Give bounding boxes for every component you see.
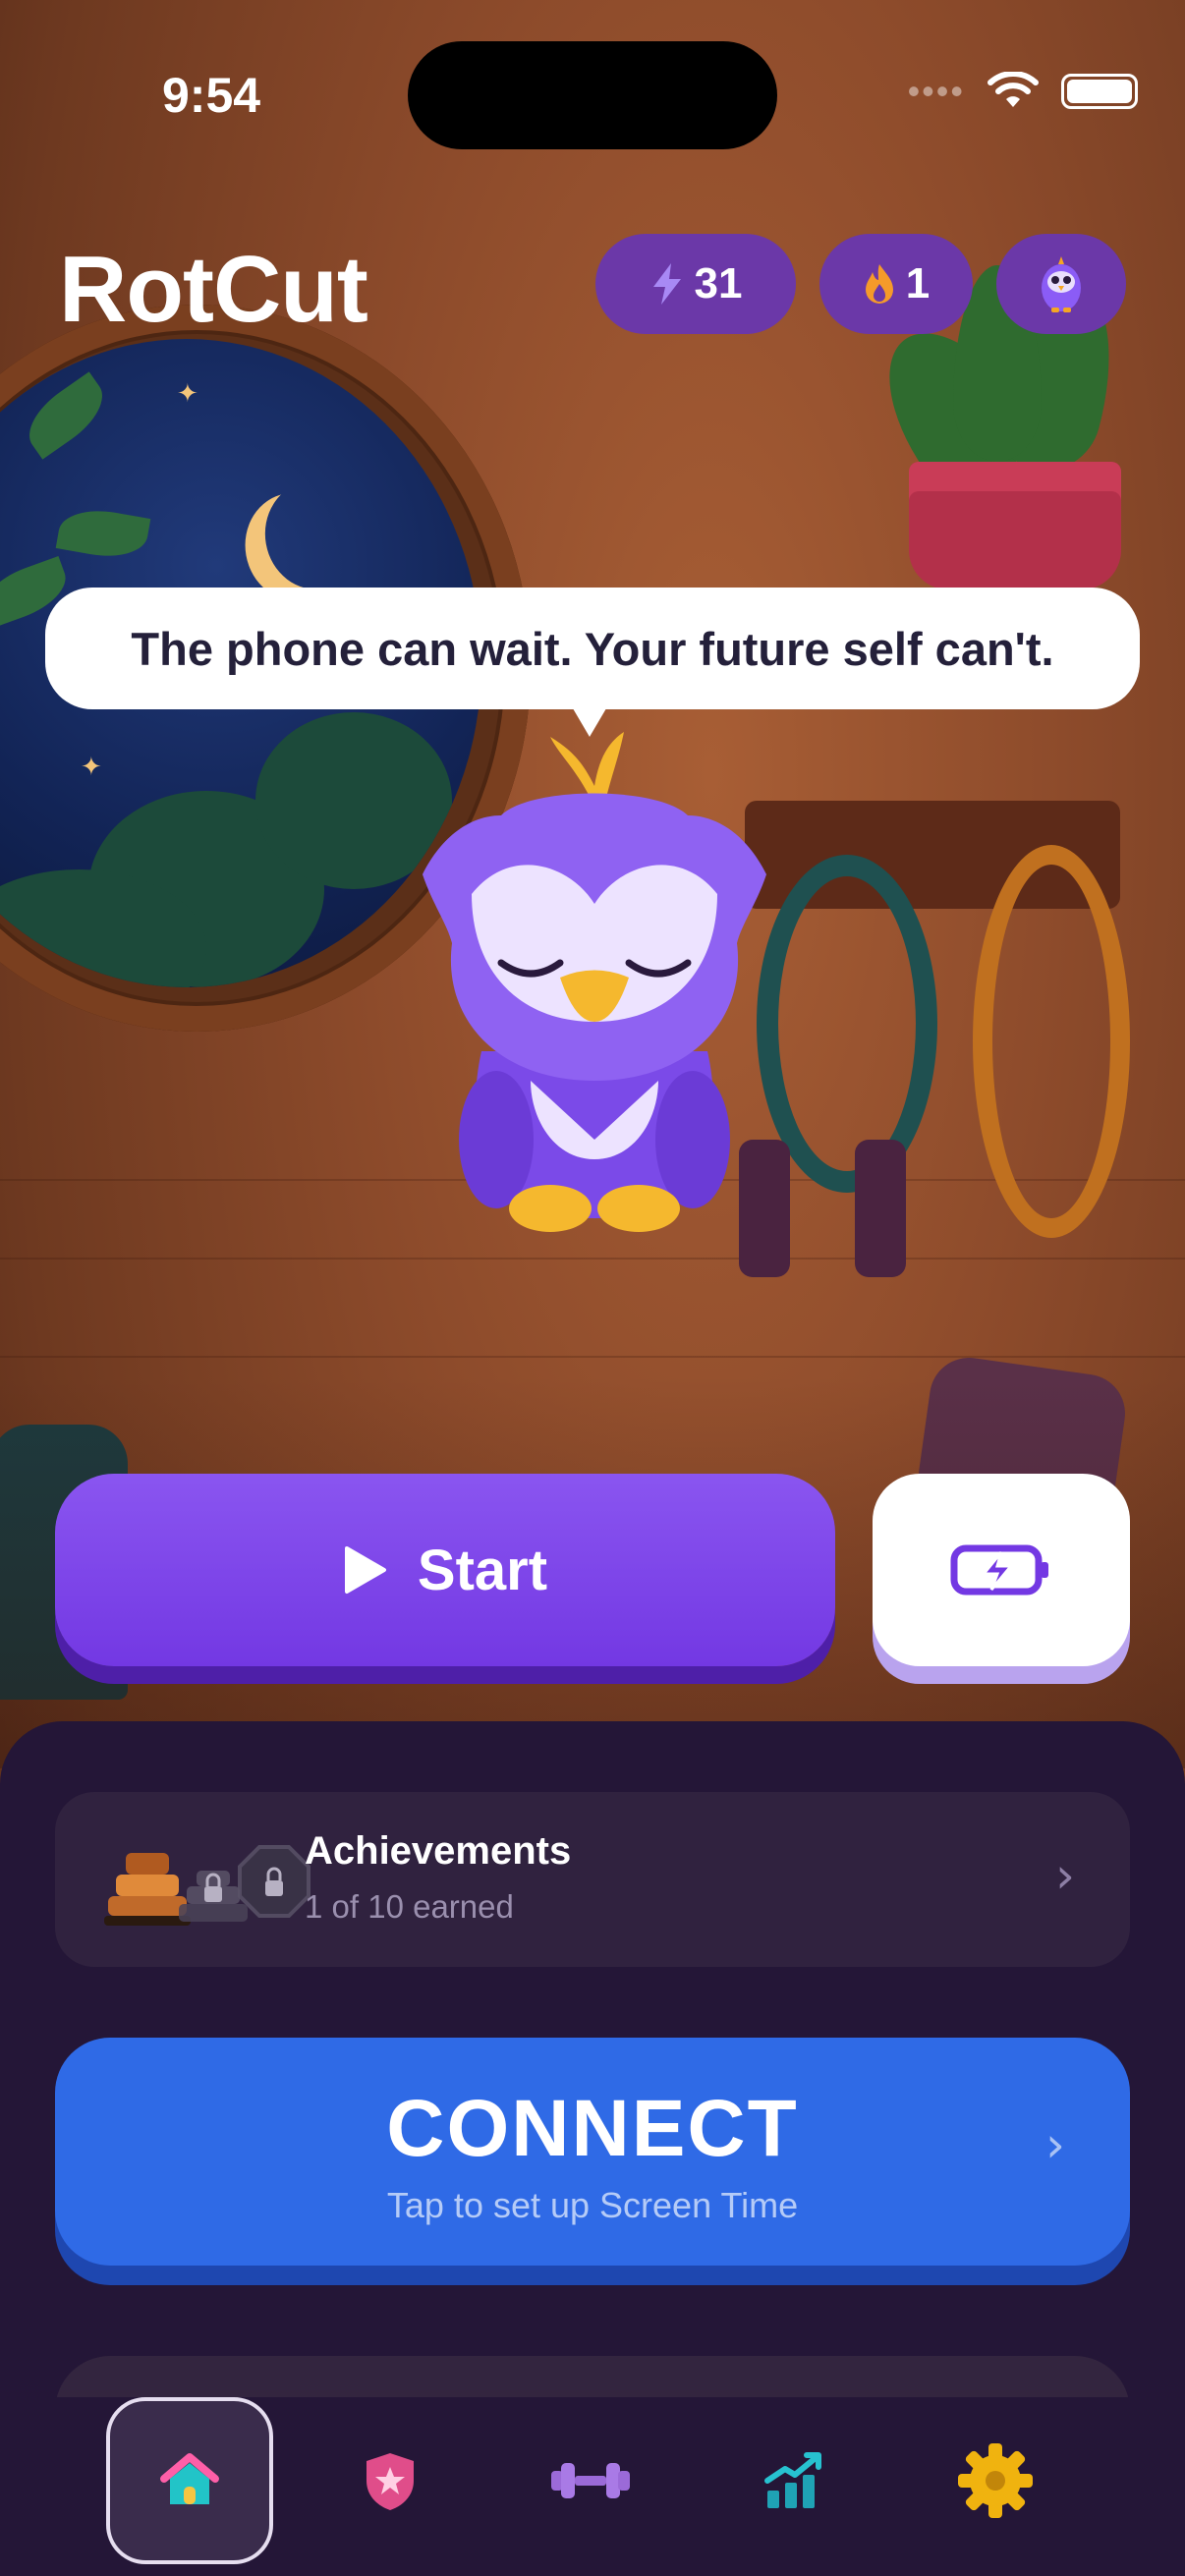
achievement-badges: [104, 1845, 310, 1926]
wall-plank: [0, 1258, 1185, 1260]
owl-mascot: [423, 732, 766, 1232]
plant-pot: [909, 462, 1121, 589]
gear-icon: [958, 2443, 1033, 2518]
chart-up-icon: [764, 2452, 821, 2508]
play-icon: [344, 1546, 386, 1594]
dynamic-island: [408, 41, 777, 149]
flame-icon: [865, 264, 893, 304]
tab-stats[interactable]: [709, 2397, 876, 2564]
achievements-progress: 1 of 10 earned: [305, 1888, 514, 1925]
mascot-speech-bubble: The phone can wait. Your future self can…: [45, 588, 1140, 709]
dumbbell-icon: [551, 2463, 630, 2498]
battery-icon: [1061, 74, 1138, 109]
start-button[interactable]: Start: [55, 1474, 835, 1666]
chevron-right-icon: ›: [1055, 1847, 1075, 1904]
home-icon: [160, 2453, 219, 2504]
connect-title: CONNECT: [386, 2084, 799, 2173]
resistance-band: [973, 845, 1130, 1238]
lightning-icon: [652, 263, 681, 305]
energy-charge-button[interactable]: [873, 1474, 1130, 1666]
streak-pill[interactable]: 1: [819, 234, 973, 334]
tab-settings[interactable]: [912, 2397, 1079, 2564]
battery-charge-icon: [950, 1544, 1048, 1596]
achievements-title: Achievements: [305, 1829, 572, 1873]
start-label: Start: [417, 1538, 548, 1602]
connect-screen-time-button[interactable]: CONNECT Tap to set up Screen Time ›: [55, 2038, 1130, 2266]
tab-workouts[interactable]: [507, 2397, 674, 2564]
profile-avatar-button[interactable]: [996, 234, 1126, 334]
wall-plank: [0, 1356, 1185, 1358]
shield-star-icon: [367, 2453, 414, 2510]
energy-pill[interactable]: 31: [595, 234, 796, 334]
badge-locked-icon: [179, 1871, 248, 1922]
star-icon: ✦: [81, 752, 102, 781]
energy-count: 31: [694, 259, 743, 308]
wifi-icon: [988, 72, 1039, 107]
rope-handle: [855, 1140, 906, 1277]
app-title: RotCut: [59, 237, 368, 342]
tab-home[interactable]: [106, 2397, 273, 2564]
star-icon: ✦: [177, 378, 198, 408]
cellular-icon: ••••: [907, 71, 965, 111]
badge-earned-icon: [104, 1853, 191, 1926]
tab-achievements[interactable]: [307, 2397, 474, 2564]
status-icons: ••••: [908, 71, 1138, 112]
status-time: 9:54: [162, 68, 261, 123]
chevron-right-icon: ›: [1045, 2116, 1065, 2173]
owl-avatar-icon: [1042, 256, 1081, 312]
home-screen: ✦ ✦ 9:54 •••• RotCut 31 1 The phone can …: [0, 0, 1185, 2576]
badge-locked-icon: [238, 1845, 310, 1918]
streak-count: 1: [905, 259, 931, 308]
connect-subtitle: Tap to set up Screen Time: [386, 2185, 799, 2225]
